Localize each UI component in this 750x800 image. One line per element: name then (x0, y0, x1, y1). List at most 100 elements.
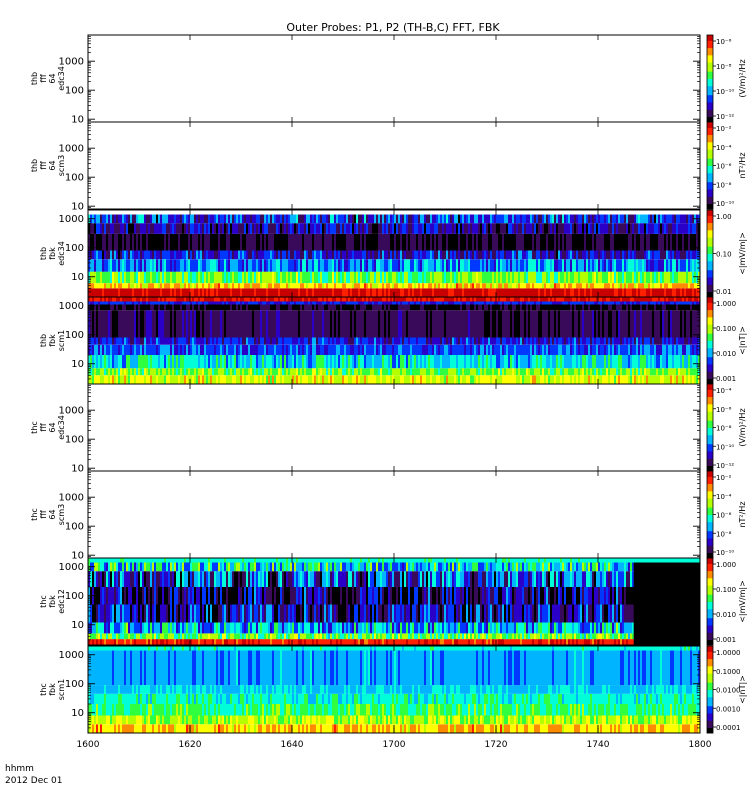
heatmap-cell (618, 288, 621, 297)
heatmap-cell (182, 214, 185, 224)
heatmap-cell (546, 375, 549, 384)
heatmap-cell (226, 355, 229, 369)
heatmap-cell (262, 344, 265, 355)
heatmap-cell (370, 283, 373, 289)
heatmap-cell (158, 310, 161, 338)
heatmap-cell (286, 301, 289, 305)
heatmap-cell (574, 250, 577, 260)
heatmap-cell (392, 223, 395, 234)
heatmap-cell (252, 250, 255, 260)
heatmap-cell (96, 337, 99, 345)
heatmap-cell (182, 368, 185, 376)
heatmap-cell (186, 259, 189, 272)
heatmap-cell (464, 250, 467, 260)
heatmap-cell (246, 283, 249, 289)
heatmap-cell (214, 214, 217, 224)
heatmap-cell (624, 259, 627, 272)
heatmap-cell (130, 288, 133, 297)
heatmap-cell (308, 355, 311, 369)
heatmap-cell (560, 355, 563, 369)
heatmap-cell (374, 355, 377, 369)
heatmap-cell (284, 301, 287, 305)
heatmap-cell (174, 355, 177, 369)
heatmap-cell (466, 304, 469, 311)
heatmap-cell (274, 297, 277, 302)
heatmap-cell (222, 250, 225, 260)
heatmap-cell (374, 271, 377, 284)
heatmap-cell (548, 233, 551, 251)
heatmap-cell (288, 337, 291, 345)
heatmap-cell (350, 288, 353, 297)
heatmap-cell (234, 355, 237, 369)
heatmap-cell (560, 301, 563, 305)
heatmap-cell (118, 271, 121, 284)
heatmap-cell (302, 304, 305, 311)
heatmap-cell (544, 301, 547, 305)
heatmap-cell (596, 250, 599, 260)
heatmap-cell (488, 283, 491, 289)
heatmap-cell (318, 355, 321, 369)
heatmap-cell (460, 259, 463, 272)
heatmap-cell (326, 233, 329, 251)
heatmap-cell (696, 259, 699, 272)
heatmap-cell (574, 223, 577, 234)
heatmap-cell (526, 259, 529, 272)
heatmap-cell (106, 223, 109, 234)
heatmap-cell (468, 283, 471, 289)
heatmap-cell (126, 368, 129, 376)
heatmap-cell (582, 214, 585, 224)
heatmap-cell (534, 288, 537, 297)
heatmap-cell (508, 368, 511, 376)
heatmap-cell (542, 271, 545, 284)
heatmap-cell (540, 301, 543, 305)
heatmap-cell (638, 214, 641, 224)
heatmap-cell (480, 223, 483, 234)
heatmap-cell (516, 259, 519, 272)
heatmap-cell (302, 223, 305, 234)
heatmap-cell (554, 375, 557, 384)
heatmap-cell (106, 214, 109, 224)
heatmap-cell (268, 271, 271, 284)
heatmap-cell (254, 355, 257, 369)
heatmap-cell (582, 288, 585, 297)
heatmap-cell (402, 337, 405, 345)
heatmap-cell (610, 214, 613, 224)
heatmap-cell (124, 301, 127, 305)
heatmap-cell (304, 304, 307, 311)
heatmap-cell (246, 233, 249, 251)
heatmap-cell (230, 271, 233, 284)
heatmap-cell (618, 214, 621, 224)
heatmap-cell (422, 344, 425, 355)
heatmap-cell (690, 223, 693, 234)
heatmap-cell (168, 233, 171, 251)
heatmap-cell (236, 214, 239, 224)
heatmap-cell (298, 355, 301, 369)
heatmap-cell (546, 355, 549, 369)
heatmap-cell (192, 259, 195, 272)
heatmap-cell (454, 355, 457, 369)
heatmap-cell (176, 223, 179, 234)
heatmap-cell (92, 355, 95, 369)
heatmap-cell (626, 271, 629, 284)
heatmap-cell (192, 288, 195, 297)
heatmap-cell (268, 223, 271, 234)
heatmap-cell (308, 288, 311, 297)
heatmap-cell (294, 223, 297, 234)
heatmap-cell (120, 288, 123, 297)
heatmap-cell (252, 310, 255, 338)
heatmap-cell (544, 344, 547, 355)
heatmap-cell (514, 214, 517, 224)
heatmap-cell (146, 223, 149, 234)
heatmap-cell (470, 271, 473, 284)
heatmap-cell (404, 297, 407, 302)
heatmap-cell (122, 259, 125, 272)
heatmap-cell (246, 223, 249, 234)
heatmap-cell (308, 259, 311, 272)
heatmap-cell (512, 355, 515, 369)
heatmap-cell (198, 355, 201, 369)
heatmap-cell (220, 214, 223, 224)
heatmap-cell (192, 223, 195, 234)
heatmap-cell (278, 310, 281, 338)
heatmap-cell (530, 288, 533, 297)
heatmap-cell (630, 223, 633, 234)
